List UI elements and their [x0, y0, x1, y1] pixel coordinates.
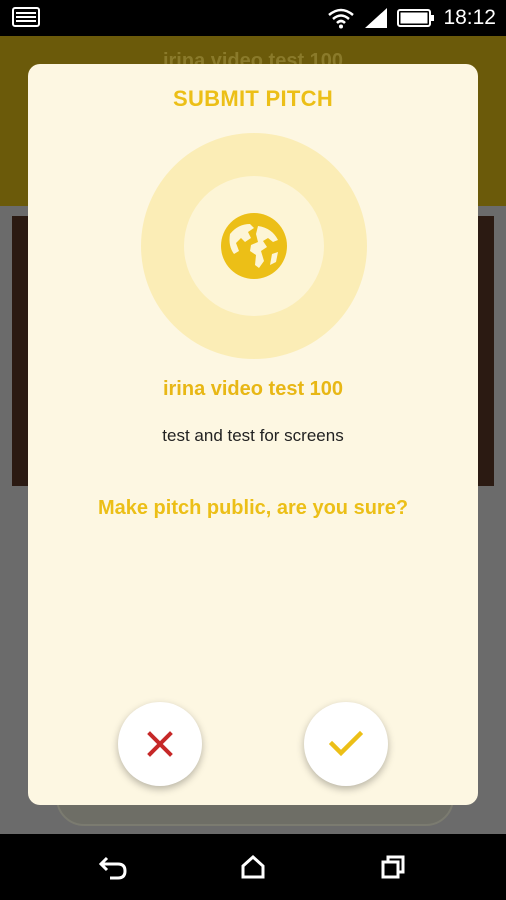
submit-pitch-dialog: SUBMIT PITCH irina video test 100 test a…	[28, 64, 478, 805]
globe-circle	[184, 176, 324, 316]
back-button[interactable]	[94, 848, 132, 886]
navigation-bar	[0, 834, 506, 900]
recent-apps-icon	[381, 855, 405, 879]
status-bar: 18:12	[0, 0, 506, 36]
pitch-description: test and test for screens	[162, 426, 344, 445]
dialog-title: SUBMIT PITCH	[172, 86, 334, 111]
globe-icon	[221, 213, 287, 279]
cancel-button[interactable]	[118, 702, 202, 786]
signal-icon	[365, 8, 388, 28]
battery-icon	[397, 9, 435, 27]
close-icon	[147, 731, 173, 757]
notification-icon	[12, 7, 40, 27]
recent-apps-button[interactable]	[374, 848, 412, 886]
confirm-button[interactable]	[304, 702, 388, 786]
wifi-icon	[328, 8, 355, 29]
clock: 18:12	[443, 6, 496, 29]
check-icon	[329, 730, 363, 757]
confirm-question: Make pitch public, are you sure?	[97, 497, 409, 519]
home-icon	[241, 854, 265, 879]
home-button[interactable]	[234, 848, 272, 886]
back-icon	[98, 856, 127, 880]
pitch-title: irina video test 100	[162, 378, 344, 400]
globe-halo	[141, 133, 367, 359]
